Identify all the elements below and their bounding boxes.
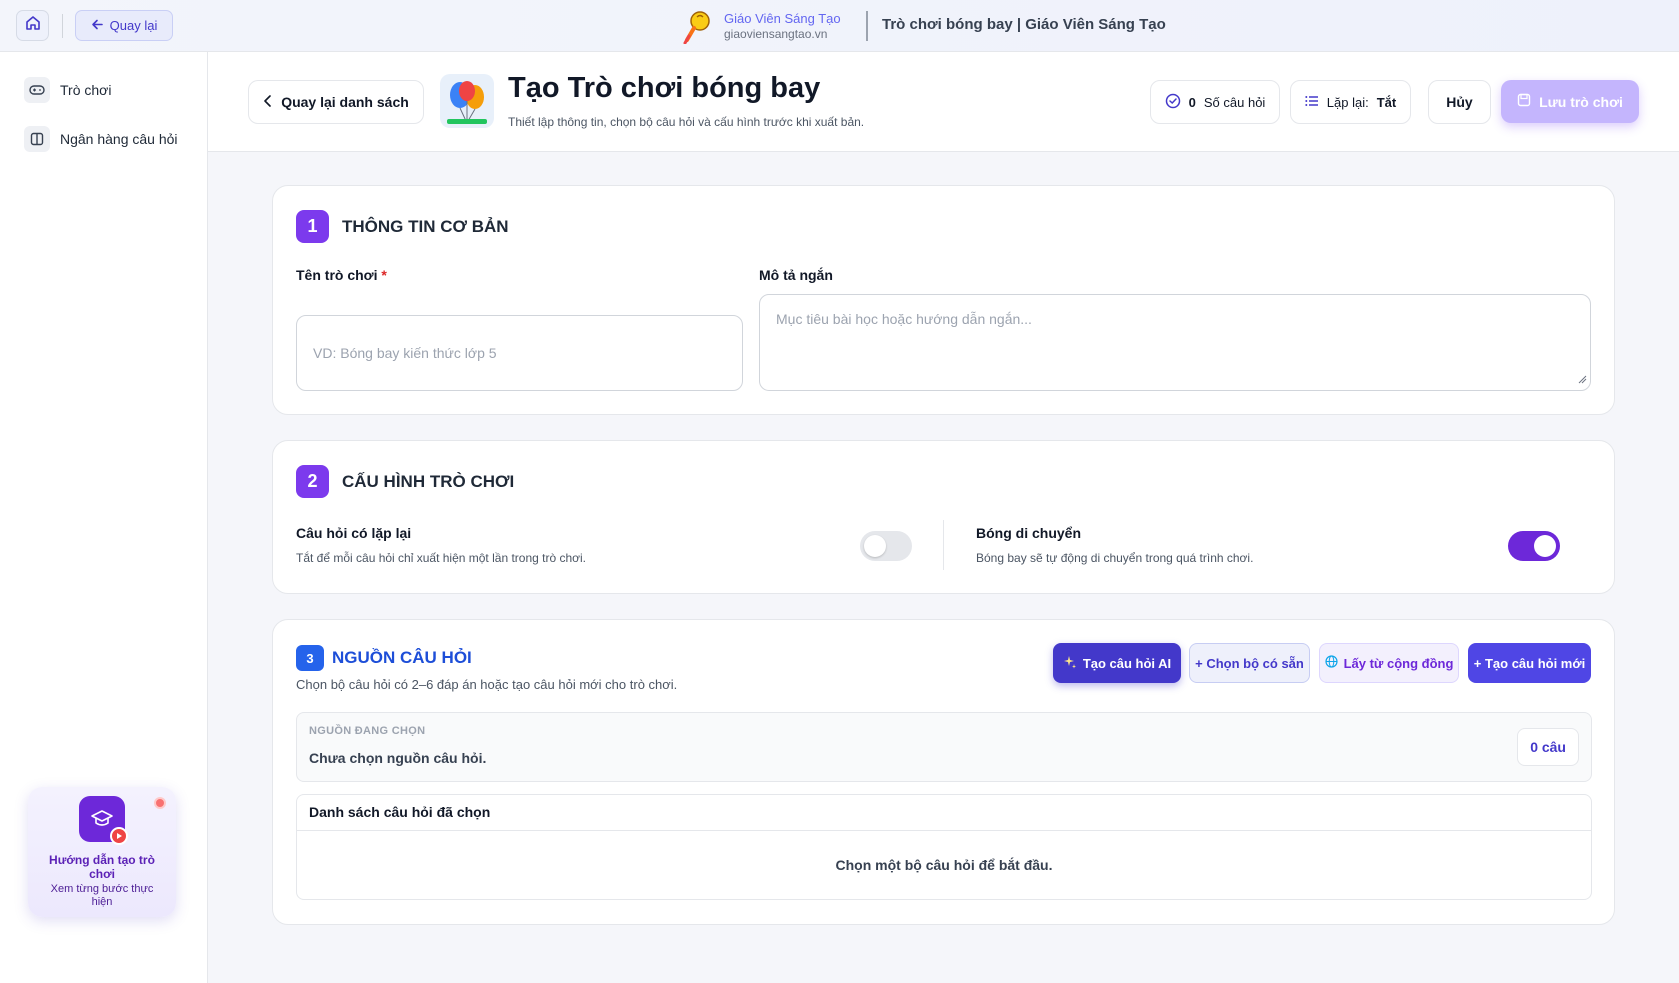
notification-dot: [154, 797, 166, 809]
repeat-question-toggle[interactable]: [860, 531, 912, 561]
question-count-label: Số câu hỏi: [1203, 94, 1266, 110]
moving-balloon-title: Bóng di chuyển: [976, 525, 1081, 541]
description-textarea[interactable]: Mục tiêu bài học hoặc hướng dẫn ngắn...: [759, 294, 1591, 391]
selected-questions-list: Danh sách câu hỏi đã chọn Chọn một bộ câ…: [296, 794, 1592, 900]
toggle-knob: [1534, 535, 1556, 557]
repeat-value: Tắt: [1376, 94, 1397, 110]
gamepad-icon: [24, 77, 50, 103]
guide-card[interactable]: Hướng dẫn tạo trò chơi Xem từng bước thự…: [28, 787, 176, 917]
game-name-input[interactable]: VD: Bóng bay kiến thức lớp 5: [296, 315, 743, 391]
game-config-card: [272, 440, 1615, 594]
question-count-chip: 0 Số câu hỏi: [1150, 80, 1280, 124]
list-icon: [1305, 95, 1319, 110]
brand-separator: [866, 11, 868, 41]
choose-existing-button[interactable]: + Chọn bộ có sẵn: [1189, 643, 1310, 683]
chevron-left-icon: [263, 94, 273, 110]
cancel-label: Hủy: [1446, 94, 1473, 110]
home-button[interactable]: [16, 10, 49, 41]
selected-questions-title: Danh sách câu hỏi đã chọn: [309, 804, 491, 820]
toggle-knob: [864, 535, 886, 557]
selected-count-badge: 0 câu: [1517, 728, 1579, 766]
generate-ai-label: Tạo câu hỏi AI: [1082, 655, 1172, 671]
sparkle-icon: [1063, 655, 1077, 672]
description-label: Mô tả ngắn: [759, 267, 833, 283]
guide-subtitle: Xem từng bước thực hiện: [50, 883, 154, 908]
section-title-source: NGUỒN CÂU HỎI: [332, 648, 472, 667]
empty-list-message: Chọn một bộ câu hỏi để bắt đầu.: [835, 857, 1053, 873]
step-badge-3: 3: [296, 645, 324, 671]
game-name-label: Tên trò chơi *: [296, 267, 387, 283]
play-icon: [110, 827, 128, 845]
sidebar-item-label: Ngân hàng câu hỏi: [60, 131, 178, 147]
sidebar-item-games[interactable]: Trò chơi: [24, 75, 111, 105]
back-to-list-label: Quay lại danh sách: [281, 94, 409, 110]
lightbulb-logo-icon: [680, 8, 714, 45]
resize-handle-icon[interactable]: [1578, 371, 1587, 387]
book-icon: [24, 126, 50, 152]
arrow-left-icon: [91, 18, 104, 34]
moving-balloon-desc: Bóng bay sẽ tự động di chuyển trong quá …: [976, 551, 1254, 565]
game-name-placeholder: VD: Bóng bay kiến thức lớp 5: [313, 345, 497, 361]
globe-icon: [1324, 655, 1338, 671]
brand[interactable]: Giáo Viên Sáng Tạo giaoviensangtao.vn: [680, 8, 841, 45]
generate-ai-button[interactable]: Tạo câu hỏi AI: [1053, 643, 1181, 683]
section-title-config: CẤU HÌNH TRÒ CHƠI: [342, 472, 515, 491]
description-placeholder: Mục tiêu bài học hoặc hướng dẫn ngắn...: [776, 311, 1032, 327]
moving-balloon-toggle[interactable]: [1508, 531, 1560, 561]
repeat-question-desc: Tắt để mỗi câu hỏi chỉ xuất hiện một lần…: [296, 551, 587, 565]
section-title-basic-info: THÔNG TIN CƠ BẢN: [342, 217, 509, 236]
create-new-question-label: + Tạo câu hỏi mới: [1473, 655, 1586, 671]
required-mark: *: [381, 267, 387, 283]
sidebar-item-label: Trò chơi: [60, 82, 112, 98]
sidebar-item-question-bank[interactable]: Ngân hàng câu hỏi: [24, 124, 178, 154]
top-bar: Quay lại Giáo Viên Sáng Tạo giaoviensang…: [0, 0, 1679, 52]
selected-source-label: NGUỒN ĐANG CHỌN: [309, 725, 426, 737]
create-new-question-button[interactable]: + Tạo câu hỏi mới: [1468, 643, 1591, 683]
cancel-button[interactable]: Hủy: [1428, 80, 1491, 124]
step-badge-2: 2: [296, 465, 329, 498]
game-name-label-text: Tên trò chơi: [296, 267, 378, 283]
balloon-icon: [440, 74, 494, 128]
community-label: Lấy từ cộng đồng: [1343, 655, 1454, 671]
brand-name: Giáo Viên Sáng Tạo: [724, 11, 841, 26]
repeat-question-title: Câu hỏi có lặp lại: [296, 525, 412, 541]
save-label: Lưu trò chơi: [1539, 93, 1623, 110]
check-circle-icon: [1165, 93, 1181, 112]
source-subtitle: Chọn bộ câu hỏi có 2–6 đáp án hoặc tạo c…: [296, 677, 678, 692]
back-button[interactable]: Quay lại: [75, 10, 173, 41]
repeat-label: Lặp lại:: [1326, 94, 1369, 110]
community-button[interactable]: Lấy từ cộng đồng: [1319, 643, 1459, 683]
page-title: Tạo Trò chơi bóng bay: [508, 72, 821, 104]
question-count: 0: [1188, 94, 1196, 110]
repeat-chip: Lặp lại: Tắt: [1290, 80, 1411, 124]
step-badge-1: 1: [296, 210, 329, 243]
top-divider: [62, 14, 63, 38]
config-divider: [943, 520, 944, 570]
guide-title: Hướng dẫn tạo trò chơi: [49, 853, 155, 881]
list-divider: [297, 830, 1591, 831]
selected-source-box: NGUỒN ĐANG CHỌN Chưa chọn nguồn câu hỏi.…: [296, 712, 1592, 782]
back-to-list-button[interactable]: Quay lại danh sách: [248, 80, 424, 124]
brand-url: giaoviensangtao.vn: [724, 27, 828, 41]
page-subtitle: Thiết lập thông tin, chọn bộ câu hỏi và …: [508, 115, 865, 129]
home-icon: [25, 15, 41, 36]
choose-existing-label: + Chọn bộ có sẵn: [1195, 655, 1304, 671]
save-button[interactable]: Lưu trò chơi: [1501, 80, 1639, 123]
back-label: Quay lại: [109, 18, 158, 33]
page-heading: Trò chơi bóng bay | Giáo Viên Sáng Tạo: [882, 16, 1166, 33]
save-icon: [1517, 93, 1531, 110]
selected-source-value: Chưa chọn nguồn câu hỏi.: [309, 750, 487, 766]
